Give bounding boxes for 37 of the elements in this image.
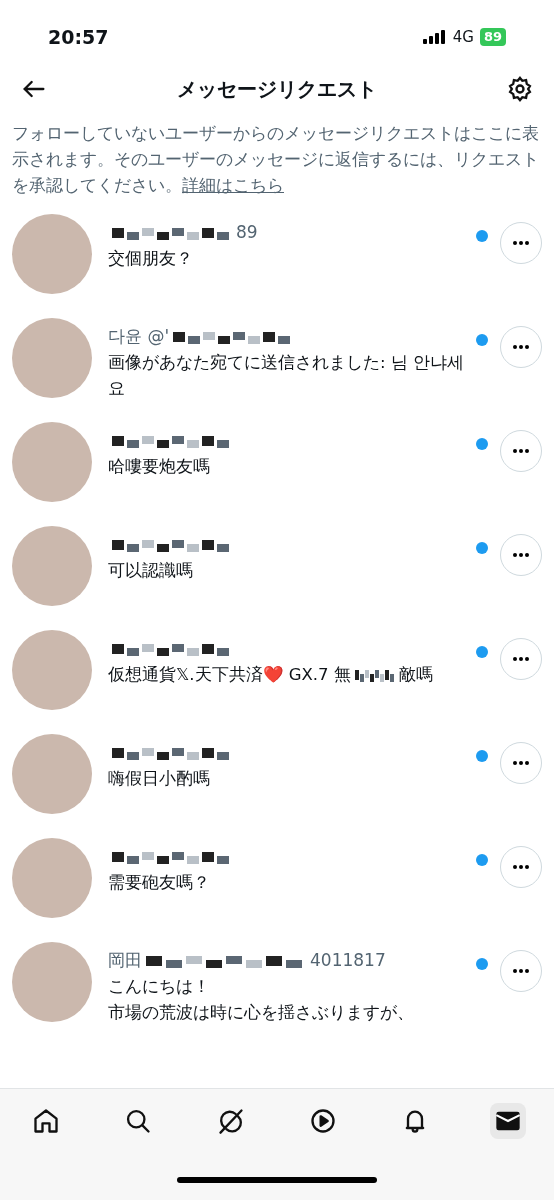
signal-icon xyxy=(422,30,447,44)
page-title: メッセージリクエスト xyxy=(177,76,377,103)
sender-handle: 89 xyxy=(236,221,258,245)
message-preview: 嗨假日小酌嗎 xyxy=(108,768,210,790)
search-icon xyxy=(124,1107,153,1135)
home-icon xyxy=(32,1107,61,1135)
message-preview: 画像があなた宛てに送信されました: 님 안냐세요 xyxy=(108,352,466,400)
more-icon xyxy=(513,449,529,453)
learn-more-link[interactable]: 詳細はこちら xyxy=(182,175,284,195)
play-icon xyxy=(309,1107,338,1135)
sender-handle: 4011817 xyxy=(310,949,386,973)
more-icon xyxy=(513,241,529,245)
nav-tab[interactable] xyxy=(489,1103,526,1139)
message-preview: 哈嘍要炮友嗎 xyxy=(108,456,210,478)
notice-text: フォローしていないユーザーからのメッセージリクエストはここに表示されます。そのユーザーのメッセージに返信するには、リクエストを承認してください。詳細はこちら xyxy=(11,122,540,197)
slashed-circle-icon xyxy=(216,1107,245,1135)
more-icon xyxy=(513,865,529,869)
status-time: 20:57 xyxy=(48,24,109,50)
message-preview: 可以認識嗎 xyxy=(108,560,193,582)
redacted-name-drawing xyxy=(354,668,395,682)
sender-name: 岡田 xyxy=(108,949,142,973)
more-icon xyxy=(513,969,529,973)
settings-icon xyxy=(506,75,534,103)
battery-indicator: 89 xyxy=(479,28,506,46)
more-icon xyxy=(513,345,529,349)
sender-name: 다윤 @' xyxy=(108,325,170,349)
message-preview: こんにちは！ xyxy=(108,976,210,998)
settings-button[interactable] xyxy=(506,75,534,103)
message-preview: 敵嗎 xyxy=(398,664,433,686)
network-label: 4G xyxy=(452,26,474,48)
message-preview: 交個朋友？ xyxy=(108,248,193,270)
more-icon xyxy=(513,761,529,765)
message-preview: 市場の荒波は時に心を揺さぶりますが、 xyxy=(108,1002,414,1024)
more-icon xyxy=(513,657,529,661)
more-icon xyxy=(513,553,529,557)
message-preview: 需要砲友嗎？ xyxy=(108,872,210,894)
message-preview: 仮想通貨𝕏.天下共済❤ GX.7 無 xyxy=(108,664,351,686)
